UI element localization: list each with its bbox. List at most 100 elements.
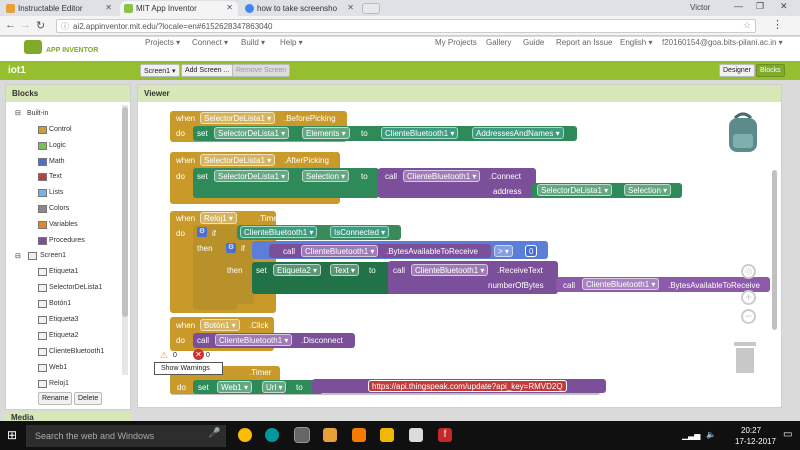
- component-dropdown[interactable]: SelectorDeLista1 ▾: [214, 127, 290, 139]
- builtin-label[interactable]: Built-in: [27, 110, 48, 117]
- info-icon[interactable]: ⓘ: [61, 21, 69, 32]
- collapse-icon[interactable]: ⊟: [15, 252, 21, 260]
- component-dropdown[interactable]: SelectorDeLista1 ▾: [214, 170, 290, 182]
- close-icon[interactable]: ✕: [226, 3, 233, 12]
- taskbar-search-box[interactable]: Search the web and Windows: [26, 425, 226, 447]
- component-dropdown[interactable]: ClienteBluetooth1 ▾: [411, 264, 489, 276]
- operator-dropdown[interactable]: > ▾: [494, 245, 513, 257]
- arduino-icon[interactable]: [265, 428, 279, 442]
- menu-connect[interactable]: Connect ▾: [192, 38, 228, 47]
- gear-icon[interactable]: ⚙: [226, 243, 236, 253]
- gear-icon[interactable]: ⚙: [197, 227, 207, 237]
- new-tab-button[interactable]: [362, 3, 380, 14]
- file-explorer-icon[interactable]: [323, 428, 337, 442]
- snipping-tool-icon[interactable]: [294, 427, 310, 443]
- menu-projects[interactable]: Projects ▾: [145, 38, 180, 47]
- close-window-button[interactable]: ✕: [780, 1, 788, 12]
- link-my-projects[interactable]: My Projects: [435, 38, 477, 47]
- show-warnings-button[interactable]: Show Warnings: [154, 362, 223, 375]
- component-dropdown[interactable]: Web1 ▾: [217, 381, 252, 393]
- screen1-node[interactable]: Screen1: [40, 252, 66, 259]
- language-select[interactable]: English ▾: [620, 38, 652, 47]
- remove-screen-button[interactable]: Remove Screen: [232, 64, 291, 77]
- category-variables[interactable]: Variables: [49, 221, 78, 228]
- zoom-out-icon[interactable]: −: [741, 309, 756, 324]
- property-dropdown[interactable]: Elements ▾: [302, 127, 350, 139]
- component-dropdown[interactable]: ClienteBluetooth1 ▾: [240, 226, 318, 238]
- component-item[interactable]: ClienteBluetooth1: [49, 348, 104, 355]
- component-dropdown[interactable]: SelectorDeLista1 ▾: [537, 184, 613, 196]
- component-item[interactable]: Web1: [49, 364, 67, 371]
- volume-icon[interactable]: 🔈: [706, 430, 716, 439]
- tab-instructable-editor[interactable]: Instructable Editor ✕: [2, 1, 117, 16]
- component-dropdown[interactable]: ClienteBluetooth1 ▾: [381, 127, 459, 139]
- zoom-in-icon[interactable]: +: [741, 290, 756, 305]
- number-zero-block[interactable]: 0: [525, 245, 538, 257]
- component-dropdown[interactable]: ClienteBluetooth1 ▾: [582, 278, 660, 290]
- close-icon[interactable]: ✕: [347, 3, 354, 12]
- category-math[interactable]: Math: [49, 158, 65, 165]
- property-dropdown[interactable]: Url ▾: [262, 381, 287, 393]
- component-dropdown[interactable]: ClienteBluetooth1 ▾: [215, 334, 293, 346]
- component-dropdown[interactable]: SelectorDeLista1 ▾: [200, 112, 276, 124]
- minimize-button[interactable]: —: [734, 1, 743, 11]
- app-icon[interactable]: [409, 428, 423, 442]
- component-item[interactable]: Etiqueta2: [49, 332, 79, 339]
- component-item[interactable]: SelectorDeLista1: [49, 284, 102, 291]
- component-item[interactable]: Botón1: [49, 300, 71, 307]
- property-dropdown[interactable]: Selection ▾: [302, 170, 350, 182]
- property-dropdown[interactable]: IsConnected ▾: [330, 226, 390, 238]
- property-dropdown[interactable]: Selection ▾: [624, 184, 672, 196]
- foxit-reader-icon[interactable]: f: [438, 428, 452, 442]
- forward-arrow-icon[interactable]: →: [20, 19, 31, 31]
- component-dropdown[interactable]: Reloj1 ▾: [200, 212, 237, 224]
- category-text[interactable]: Text: [49, 173, 62, 180]
- component-dropdown[interactable]: Botón1 ▾: [200, 319, 240, 331]
- menu-dots-icon[interactable]: ⋮: [772, 18, 783, 31]
- add-screen-button[interactable]: Add Screen ...: [181, 64, 234, 77]
- tab-app-inventor[interactable]: MIT App Inventor ✕: [120, 1, 238, 16]
- collapse-icon[interactable]: ⊟: [15, 109, 21, 117]
- delete-button[interactable]: Delete: [74, 392, 103, 405]
- blocks-button[interactable]: Blocks: [756, 64, 785, 77]
- category-lists[interactable]: Lists: [49, 189, 63, 196]
- chrome-icon[interactable]: [238, 428, 252, 442]
- component-item[interactable]: Etiqueta1: [49, 268, 79, 275]
- center-target-icon[interactable]: ◎: [741, 264, 756, 279]
- maximize-button[interactable]: ❐: [756, 1, 764, 12]
- reload-icon[interactable]: ↻: [36, 19, 45, 32]
- component-dropdown[interactable]: ClienteBluetooth1 ▾: [403, 170, 481, 182]
- component-dropdown[interactable]: Etiqueta2 ▾: [273, 264, 322, 276]
- trash-icon[interactable]: [732, 340, 758, 374]
- workspace-vertical-scrollbar[interactable]: [772, 170, 777, 330]
- link-guide[interactable]: Guide: [523, 38, 544, 47]
- component-item[interactable]: Reloj1: [49, 380, 69, 387]
- windows-start-icon[interactable]: ⊞: [7, 428, 17, 442]
- vlc-icon[interactable]: [352, 428, 366, 442]
- component-dropdown[interactable]: SelectorDeLista1 ▾: [200, 154, 276, 166]
- rename-button[interactable]: Rename: [38, 392, 73, 405]
- category-logic[interactable]: Logic: [49, 142, 66, 149]
- menu-build[interactable]: Build ▾: [241, 38, 265, 47]
- category-control[interactable]: Control: [49, 126, 72, 133]
- backpack-icon[interactable]: [725, 110, 761, 154]
- component-item[interactable]: Etiqueta3: [49, 316, 79, 323]
- property-dropdown[interactable]: AddressesAndNames ▾: [472, 127, 564, 139]
- component-dropdown[interactable]: ClienteBluetooth1 ▾: [301, 245, 379, 257]
- account-menu[interactable]: f20160154@goa.bits-pilani.ac.in ▾: [662, 38, 783, 47]
- blocks-panel-scrollbar[interactable]: [122, 105, 128, 375]
- category-procedures[interactable]: Procedures: [49, 237, 85, 244]
- link-gallery[interactable]: Gallery: [486, 38, 511, 47]
- vlc-icon-2[interactable]: [380, 428, 394, 442]
- category-colors[interactable]: Colors: [49, 205, 69, 212]
- url-input[interactable]: ⓘ ai2.appinventor.mit.edu/?locale=en#615…: [56, 19, 756, 33]
- tab-google-search[interactable]: how to take screensho ✕: [241, 1, 359, 16]
- set-url-block[interactable]: [193, 380, 323, 394]
- star-icon[interactable]: ☆: [743, 20, 751, 31]
- url-text-block[interactable]: https://api.thingspeak.com/update?api_ke…: [368, 380, 567, 392]
- designer-button[interactable]: Designer: [719, 64, 756, 77]
- close-icon[interactable]: ✕: [105, 3, 112, 12]
- back-arrow-icon[interactable]: ←: [5, 19, 16, 31]
- microphone-icon[interactable]: 🎤: [208, 428, 220, 439]
- property-dropdown[interactable]: Text ▾: [330, 264, 359, 276]
